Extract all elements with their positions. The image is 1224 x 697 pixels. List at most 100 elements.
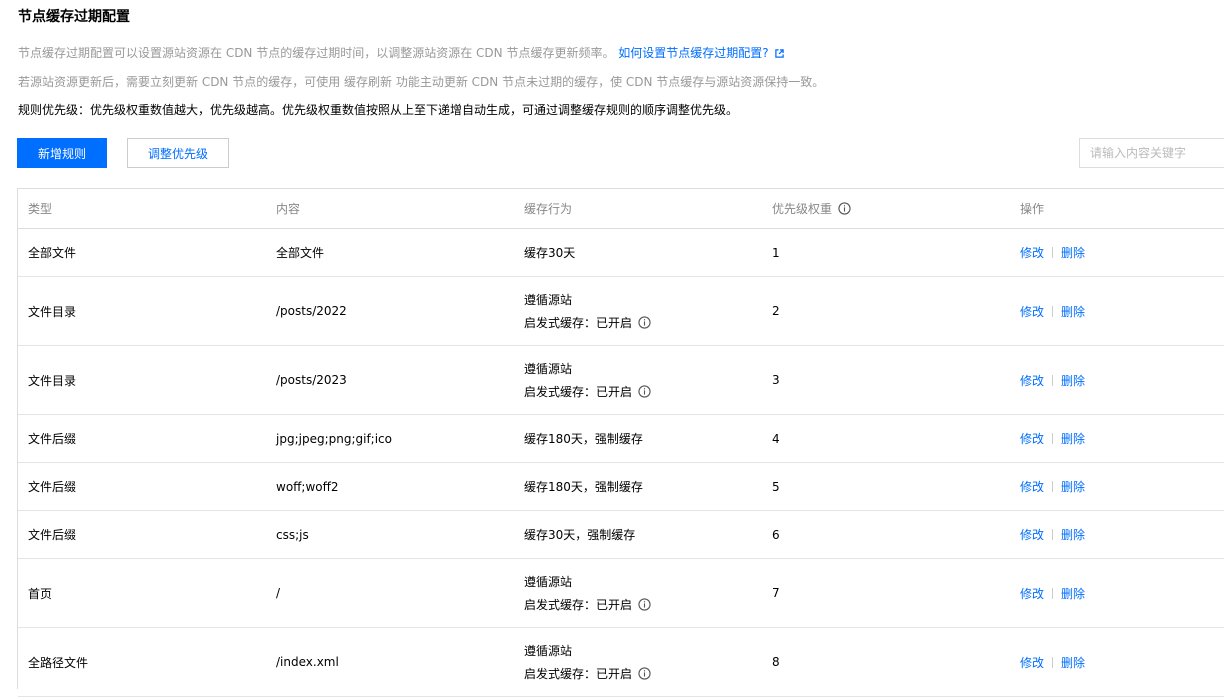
weight-cell: 6 — [772, 527, 780, 542]
table-header: 类型 内容 缓存行为 优先级权重 操作 — [18, 189, 1224, 229]
behavior-cell: 遵循源站启发式缓存：已开启 — [524, 277, 651, 345]
delete-link[interactable]: 删除 — [1061, 372, 1085, 389]
behavior-text: 遵循源站 — [524, 362, 573, 376]
weight-cell: 4 — [772, 431, 780, 446]
behavior-cell: 遵循源站 启发式缓存：已开启 — [524, 559, 651, 627]
heuristic-cache-text: 启发式缓存：已开启 — [524, 385, 633, 399]
behavior-text: 缓存180天，强制缓存 — [524, 432, 643, 446]
edit-link[interactable]: 修改 — [1020, 478, 1044, 495]
heuristic-cache-text: 启发式缓存：已开启 — [524, 316, 633, 330]
table-row: 文件目录/posts/2023 遵循源站 启发式缓存：已开启 3 修改 删除 — [18, 346, 1224, 415]
behavior-text: 遵循源站 — [524, 644, 573, 658]
edit-link[interactable]: 修改 — [1020, 303, 1044, 320]
behavior-text: 缓存30天，强制缓存 — [524, 528, 636, 542]
delete-link[interactable]: 删除 — [1061, 585, 1085, 602]
priority-rule-note: 规则优先级：优先级权重数值越大，优先级越高。优先级权重数值按照从上至下递增自动生… — [18, 103, 739, 117]
table-row: 文件后缀 woff;woff2 缓存180天，强制缓存 5 修改 删除 — [18, 463, 1224, 511]
type-cell: 首页 — [28, 586, 53, 601]
adjust-priority-button[interactable]: 调整优先级 — [127, 138, 229, 168]
delete-link[interactable]: 删除 — [1061, 430, 1085, 447]
edit-link[interactable]: 修改 — [1020, 654, 1044, 671]
content-cell: / — [276, 586, 281, 600]
table-row: 文件后缀 jpg;jpeg;png;gif;ico 缓存180天，强制缓存 4 修改 删除 — [18, 415, 1224, 463]
behavior-cell: 遵循源站启发式缓存：已开启 — [524, 628, 651, 696]
type-cell: 文件后缀 — [28, 432, 77, 446]
heuristic-cache-status: 启发式缓存：已开启 — [524, 314, 651, 331]
header-content: 内容 — [276, 202, 301, 216]
action-divider — [1052, 247, 1054, 258]
info-icon[interactable] — [838, 202, 851, 215]
weight-cell: 5 — [772, 479, 780, 494]
info-icon[interactable] — [638, 598, 651, 611]
edit-link[interactable]: 修改 — [1020, 526, 1044, 543]
action-divider — [1052, 656, 1054, 668]
type-cell: 全路径文件 — [28, 655, 89, 670]
page-title: 节点缓存过期配置 — [18, 9, 130, 25]
action-divider — [1052, 374, 1054, 386]
edit-link[interactable]: 修改 — [1020, 244, 1044, 261]
actions-cell: 修改 删除 — [1020, 346, 1085, 414]
type-cell: 文件目录 — [28, 373, 77, 388]
action-divider — [1052, 305, 1054, 317]
external-link-icon — [774, 49, 784, 58]
weight-cell: 8 — [772, 655, 780, 669]
info-icon[interactable] — [638, 316, 651, 329]
behavior-cell: 缓存30天，强制缓存 — [524, 511, 635, 558]
content-cell: 全部文件 — [276, 246, 325, 260]
content-cell: /index.xml — [276, 655, 339, 669]
delete-link[interactable]: 删除 — [1061, 654, 1085, 671]
edit-link[interactable]: 修改 — [1020, 430, 1044, 447]
behavior-text: 缓存180天，强制缓存 — [524, 480, 643, 494]
delete-link[interactable]: 删除 — [1061, 526, 1085, 543]
add-rule-button[interactable]: 新增规则 — [17, 138, 107, 168]
info-icon[interactable] — [638, 385, 651, 398]
description-text-1: 节点缓存过期配置可以设置源站资源在 CDN 节点的缓存过期时间，以调整源站资源在… — [18, 46, 615, 60]
table-row: 全部文件 全部文件 缓存30天 1 修改 删除 — [18, 229, 1224, 277]
content-cell: jpg;jpeg;png;gif;ico — [276, 431, 392, 446]
table-row: 全路径文件/index.xml 遵循源站启发式缓存：已开启 8 修改 删除 — [18, 628, 1224, 697]
edit-link[interactable]: 修改 — [1020, 585, 1044, 602]
actions-cell: 修改 删除 — [1020, 229, 1085, 276]
actions-cell: 修改 删除 — [1020, 415, 1085, 462]
type-cell: 文件后缀 — [28, 480, 77, 494]
actions-cell: 修改 删除 — [1020, 277, 1085, 345]
content-cell: css;js — [276, 527, 309, 542]
action-divider — [1052, 433, 1054, 444]
help-link[interactable]: 如何设置节点缓存过期配置? — [618, 46, 784, 60]
header-actions: 操作 — [1020, 202, 1045, 216]
header-behavior: 缓存行为 — [524, 202, 573, 216]
weight-cell: 2 — [772, 304, 780, 318]
behavior-cell: 缓存30天 — [524, 229, 575, 276]
behavior-text: 缓存30天 — [524, 246, 576, 260]
help-link-label: 如何设置节点缓存过期配置? — [618, 46, 769, 60]
behavior-cell: 遵循源站启发式缓存：已开启 — [524, 346, 651, 414]
header-weight-label: 优先级权重 — [772, 202, 833, 216]
weight-cell: 7 — [772, 586, 780, 600]
heuristic-cache-text: 启发式缓存：已开启 — [524, 667, 633, 681]
behavior-cell: 缓存180天，强制缓存 — [524, 415, 643, 462]
actions-cell: 修改 删除 — [1020, 628, 1085, 696]
heuristic-cache-status: 启发式缓存：已开启 — [524, 383, 651, 400]
delete-link[interactable]: 删除 — [1061, 244, 1085, 261]
edit-link[interactable]: 修改 — [1020, 372, 1044, 389]
type-cell: 文件后缀 — [28, 528, 77, 542]
table-row: 首页 / 遵循源站 启发式缓存：已开启 7 修改 删除 — [18, 559, 1224, 628]
description-line-1: 节点缓存过期配置可以设置源站资源在 CDN 节点的缓存过期时间，以调整源站资源在… — [18, 44, 784, 61]
delete-link[interactable]: 删除 — [1061, 303, 1085, 320]
header-type: 类型 — [28, 202, 53, 216]
actions-cell: 修改 删除 — [1020, 511, 1085, 558]
type-cell: 文件目录 — [28, 304, 77, 319]
search-input[interactable] — [1079, 138, 1224, 168]
content-cell: woff;woff2 — [276, 479, 339, 494]
action-divider — [1052, 529, 1054, 540]
behavior-text: 遵循源站 — [524, 293, 573, 307]
behavior-cell: 缓存180天，强制缓存 — [524, 463, 643, 510]
delete-link[interactable]: 删除 — [1061, 478, 1085, 495]
table-row: 文件后缀 css;js 缓存30天，强制缓存 6 修改 删除 — [18, 511, 1224, 559]
cache-rules-table: 类型 内容 缓存行为 优先级权重 操作 全部文件 全部文件 缓存30天 1 修改 删除 文件… — [17, 188, 1224, 697]
info-icon[interactable] — [638, 667, 651, 680]
actions-cell: 修改 删除 — [1020, 559, 1085, 627]
table-row: 文件目录/posts/2022 遵循源站 启发式缓存：已开启 2 修改 删除 — [18, 277, 1224, 346]
behavior-text: 遵循源站 — [524, 575, 573, 589]
heuristic-cache-status: 启发式缓存：已开启 — [524, 665, 651, 682]
